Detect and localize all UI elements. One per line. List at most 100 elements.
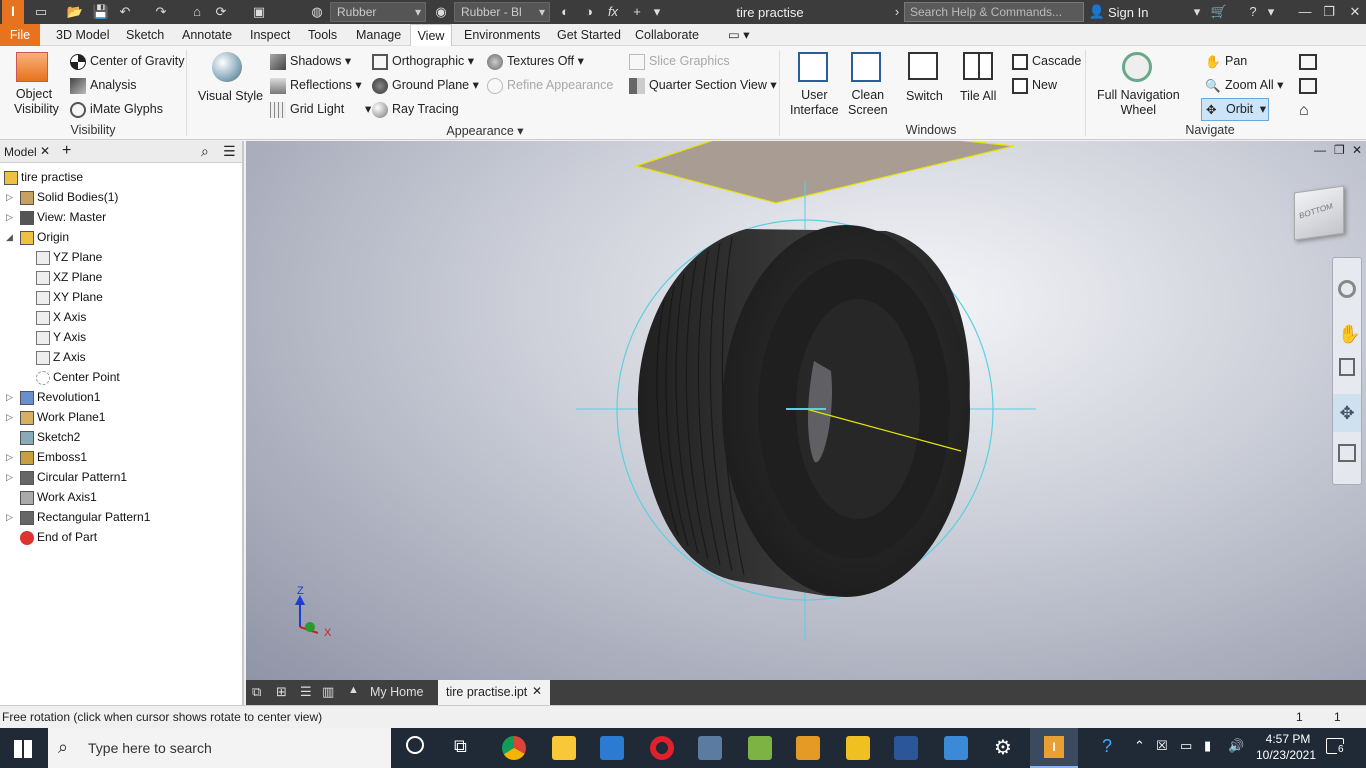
battery-icon[interactable]: ▮ xyxy=(1204,738,1211,754)
home-icon[interactable]: ⌂ xyxy=(188,3,206,21)
tab-annotate[interactable]: Annotate xyxy=(176,24,238,46)
close-tab-icon[interactable]: ✕ xyxy=(40,144,50,158)
ribbon-options-icon[interactable]: ▭ ▾ xyxy=(722,24,756,46)
ray-tracing-button[interactable]: Ray Tracing xyxy=(372,101,459,118)
undo-icon[interactable]: ↶ xyxy=(116,3,134,21)
minimize-icon[interactable]: — xyxy=(1296,3,1314,21)
model-tab[interactable]: Model xyxy=(4,145,37,159)
tree-node[interactable]: tire practise xyxy=(4,167,83,187)
tree-expander[interactable]: ▷ xyxy=(6,187,14,207)
inventor-logo[interactable]: I xyxy=(2,0,24,24)
visual-style-button[interactable]: Visual Style xyxy=(198,88,263,104)
select-icon[interactable]: ▣ xyxy=(250,3,268,21)
tree-node[interactable]: Work Axis1 xyxy=(20,487,97,507)
plus-icon[interactable]: + xyxy=(628,3,646,21)
tile-windows-icon[interactable]: ⊞ xyxy=(276,684,287,700)
add-tab-icon[interactable]: + xyxy=(62,142,71,160)
tree-node[interactable]: XZ Plane xyxy=(36,267,102,287)
volume-icon[interactable]: 🔊 xyxy=(1228,738,1244,754)
viewport-minimize-icon[interactable]: — xyxy=(1314,143,1326,157)
new-icon[interactable]: ▭ xyxy=(32,3,50,21)
orbit-button[interactable]: ✥ Orbit ▾ xyxy=(1201,98,1269,121)
app-icon-2[interactable] xyxy=(748,736,772,760)
tree-node[interactable]: Origin xyxy=(20,227,69,247)
user-interface-button[interactable]: User Interface xyxy=(790,88,839,118)
word-icon[interactable] xyxy=(894,736,918,760)
clean-screen-button[interactable]: Clean Screen xyxy=(848,88,888,118)
tree-node[interactable]: Sketch2 xyxy=(20,427,80,447)
previous-view-icon[interactable] xyxy=(1299,78,1317,94)
tile-horizontal-icon[interactable]: ☰ xyxy=(300,684,312,700)
imate-glyphs-button[interactable]: iMate Glyphs xyxy=(70,101,163,118)
new-window-button[interactable]: New xyxy=(1012,77,1057,94)
open-icon[interactable]: 📂 xyxy=(66,3,84,21)
refine-appearance-button[interactable]: Refine Appearance xyxy=(487,77,613,94)
tree-expander[interactable]: ▷ xyxy=(6,407,14,427)
help-icon[interactable]: ? xyxy=(1244,3,1262,21)
tab-get-started[interactable]: Get Started xyxy=(551,24,627,46)
tree-expander[interactable]: ◢ xyxy=(6,227,14,247)
fx-icon[interactable]: fx xyxy=(604,3,622,21)
restore-icon[interactable]: ❐ xyxy=(1320,3,1338,21)
graphics-viewport[interactable]: BOTTOM — ❐ ✕ ✋ ✥ Z X xyxy=(246,141,1366,680)
tree-node[interactable]: Rectangular Pattern1 xyxy=(20,507,150,527)
reflections-button[interactable]: Reflections ▾ xyxy=(270,77,362,94)
adjust-icon[interactable]: ◐ xyxy=(556,3,574,21)
material-select[interactable]: Rubber ▾ xyxy=(330,2,426,22)
nav-lookat-icon[interactable] xyxy=(1338,444,1356,462)
tree-node[interactable]: X Axis xyxy=(36,307,86,327)
tree-expander[interactable]: ▷ xyxy=(6,467,14,487)
photos-icon[interactable] xyxy=(944,736,968,760)
tab-menu-icon[interactable]: ▲ xyxy=(348,684,359,696)
pdf-icon[interactable] xyxy=(846,736,870,760)
help-search-input[interactable]: Search Help & Commands... xyxy=(904,2,1084,22)
update-icon[interactable]: ⟳ xyxy=(212,3,230,21)
appearance-select[interactable]: Rubber - Bl ▾ xyxy=(454,2,550,22)
tile-vertical-icon[interactable]: ▥ xyxy=(322,684,334,700)
tree-node[interactable]: Revolution1 xyxy=(20,387,100,407)
notification-center-icon[interactable]: 6 xyxy=(1326,738,1345,755)
tab-tools[interactable]: Tools xyxy=(302,24,343,46)
pan-button[interactable]: ✋ Pan xyxy=(1205,53,1247,70)
nav-wheel-icon[interactable] xyxy=(1338,280,1356,298)
ground-plane-button[interactable]: Ground Plane ▾ xyxy=(372,77,479,94)
redo-icon[interactable]: ↷ xyxy=(152,3,170,21)
cascade-button[interactable]: Cascade xyxy=(1012,53,1081,70)
sign-in-link[interactable]: Sign In xyxy=(1108,5,1148,20)
zoom-all-button[interactable]: 🔍 Zoom All ▾ xyxy=(1205,77,1283,94)
tree-node[interactable]: End of Part xyxy=(20,527,97,547)
tray-chevron-up-icon[interactable]: ⌃ xyxy=(1134,738,1145,754)
user-icon[interactable]: 👤 xyxy=(1088,3,1106,21)
my-home-tab[interactable]: My Home xyxy=(370,685,423,699)
customize-icon[interactable]: ▾ xyxy=(648,3,666,21)
file-explorer-icon[interactable] xyxy=(552,736,576,760)
tree-expander[interactable]: ▷ xyxy=(6,387,14,407)
app-icon-1[interactable] xyxy=(698,736,722,760)
clock-date[interactable]: 10/23/2021 xyxy=(1250,748,1322,762)
chevron-down-icon[interactable]: ▾ xyxy=(1188,3,1206,21)
opera-icon[interactable] xyxy=(650,736,674,760)
tree-node[interactable]: Center Point xyxy=(36,367,120,387)
mail-icon[interactable] xyxy=(600,736,624,760)
tab-collaborate[interactable]: Collaborate xyxy=(629,24,705,46)
tab-environments[interactable]: Environments xyxy=(458,24,546,46)
nav-pan-icon[interactable]: ✋ xyxy=(1338,324,1360,345)
center-of-gravity-button[interactable]: Center of Gravity xyxy=(70,53,184,70)
viewcube[interactable]: BOTTOM xyxy=(1294,185,1344,241)
cascade-windows-icon[interactable]: ⧉ xyxy=(252,684,261,700)
tree-expander[interactable]: ▷ xyxy=(6,207,14,227)
tree-node[interactable]: View: Master xyxy=(20,207,106,227)
slice-graphics-button[interactable]: Slice Graphics xyxy=(629,53,730,70)
settings-icon[interactable]: ⚙ xyxy=(994,735,1012,760)
object-visibility-button[interactable]: Object Visibility xyxy=(14,87,59,117)
orthographic-button[interactable]: Orthographic ▾ xyxy=(372,53,474,70)
app-icon-3[interactable] xyxy=(796,736,820,760)
tree-node[interactable]: XY Plane xyxy=(36,287,103,307)
task-view-icon[interactable]: ⧉ xyxy=(454,736,467,757)
tree-node[interactable]: Work Plane1 xyxy=(20,407,105,427)
close-document-icon[interactable]: ✕ xyxy=(532,684,542,698)
search-icon[interactable]: ⌕ xyxy=(201,143,209,160)
tree-node[interactable]: Emboss1 xyxy=(20,447,87,467)
work-plane[interactable] xyxy=(633,141,1015,204)
view-face-icon[interactable] xyxy=(1299,54,1317,70)
